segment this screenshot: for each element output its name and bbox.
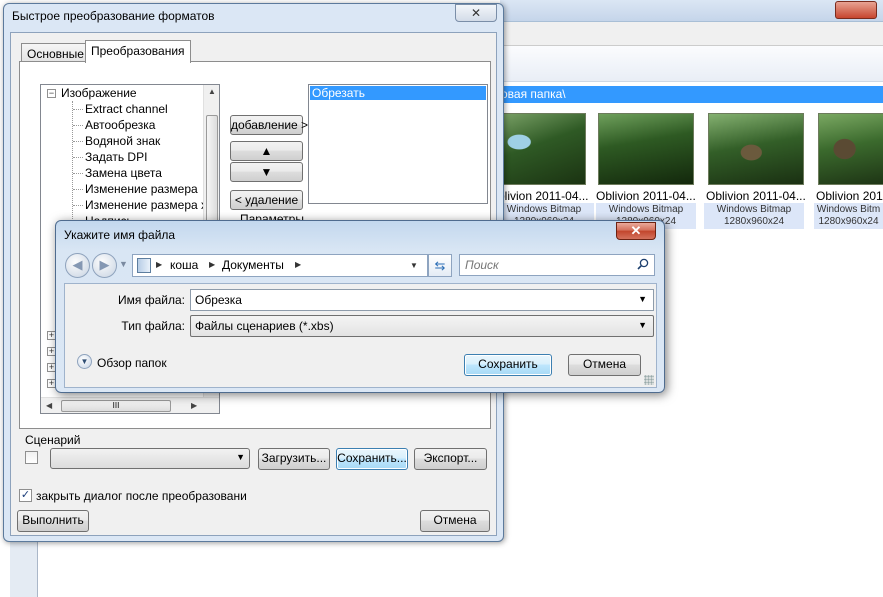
filetype-select[interactable]: Файлы сценариев (*.xbs) ▼ xyxy=(190,315,654,337)
tree-item[interactable]: Изменение размера xyxy=(65,181,198,197)
scenario-select[interactable]: ▼ xyxy=(50,448,250,469)
close-icon: ✕ xyxy=(630,223,642,238)
search-input[interactable] xyxy=(465,258,625,272)
save-button[interactable]: Сохранить xyxy=(464,354,552,376)
breadcrumb-item[interactable]: коша xyxy=(170,258,198,272)
arrow-up-icon: ▲ xyxy=(260,144,273,158)
tree-horizontal-scrollbar[interactable]: ◀ III ▶ xyxy=(41,397,219,413)
chevron-down-icon: ▼ xyxy=(236,452,245,462)
collapse-icon[interactable]: − xyxy=(47,89,56,98)
dialog-title: Быстрое преобразование форматов xyxy=(12,9,215,23)
move-up-button[interactable]: ▲ xyxy=(230,141,303,161)
chevron-right-icon[interactable]: ▶ xyxy=(209,260,215,269)
filename-combo: ▼ xyxy=(190,289,654,311)
resize-grip[interactable] xyxy=(644,375,654,385)
background-path-field[interactable]: овая папка\ xyxy=(498,86,883,103)
tree-item[interactable]: Водяной знак xyxy=(65,133,160,149)
load-scenario-button[interactable]: Загрузить... xyxy=(258,448,330,470)
dialog-close-button[interactable]: ✕ xyxy=(455,4,497,22)
chevron-down-icon[interactable]: ▼ xyxy=(638,294,647,304)
refresh-icon: ⇆ xyxy=(434,258,446,273)
scroll-thumb[interactable]: III xyxy=(61,400,171,412)
save-form: Имя файла: ▼ Тип файла: Файлы сценариев … xyxy=(64,283,657,388)
cancel-button[interactable]: Отмена xyxy=(420,510,490,532)
background-title-bar xyxy=(500,0,883,22)
thumbnail-caption: Oblivion 2011-04... xyxy=(596,189,696,203)
background-menu-strip xyxy=(500,22,883,46)
scenario-checkbox[interactable] xyxy=(25,451,38,464)
breadcrumb-item[interactable]: Документы xyxy=(222,258,284,272)
thumbnail-caption: Oblivion 2011-04... xyxy=(706,189,806,203)
browse-folders-label[interactable]: Обзор папок xyxy=(97,356,167,370)
arrow-down-icon: ▼ xyxy=(260,165,273,179)
address-bar[interactable]: ▶ коша ▶ Документы ▶ ▼ xyxy=(132,254,428,277)
parameters-area xyxy=(230,392,488,416)
browse-folders-toggle[interactable]: ▼ xyxy=(77,354,92,369)
arrow-left-icon: ◀ xyxy=(72,257,83,272)
history-dropdown-icon[interactable]: ▼ xyxy=(119,259,128,269)
operations-list[interactable]: Обрезать xyxy=(308,84,488,204)
filename-input[interactable] xyxy=(195,293,615,307)
scroll-right-icon[interactable]: ▶ xyxy=(191,401,197,410)
checkmark-icon: ✓ xyxy=(20,489,31,501)
tab-basic[interactable]: Основные xyxy=(21,43,90,62)
move-down-button[interactable]: ▼ xyxy=(230,162,303,182)
chevron-right-icon[interactable]: ▶ xyxy=(156,260,162,269)
thumbnail-info: Windows Bitmap1280x960x24 xyxy=(704,203,804,229)
cancel-button[interactable]: Отмена xyxy=(568,354,641,376)
chevron-right-icon[interactable]: ▶ xyxy=(295,260,301,269)
search-box xyxy=(459,254,655,276)
remove-operation-button[interactable]: < удаление xyxy=(230,190,303,210)
chevron-down-icon: ▼ xyxy=(638,320,647,330)
thumbnail-image[interactable] xyxy=(490,113,586,185)
search-icon[interactable] xyxy=(637,258,649,270)
tab-transformations[interactable]: Преобразования xyxy=(85,40,191,63)
scroll-thumb[interactable] xyxy=(206,115,218,235)
scenario-label: Сценарий xyxy=(25,433,81,447)
tree-item[interactable]: Задать DPI xyxy=(65,149,147,165)
chevron-down-icon: ▼ xyxy=(80,357,89,366)
dialog-title: Укажите имя файла xyxy=(64,228,176,242)
refresh-button[interactable]: ⇆ xyxy=(428,254,452,277)
dialog-close-button[interactable]: ✕ xyxy=(616,222,656,240)
scroll-left-icon[interactable]: ◀ xyxy=(46,401,52,410)
back-button[interactable]: ◀ xyxy=(65,253,90,278)
tree-item[interactable]: Изменение размера хо xyxy=(65,197,214,213)
background-close-button[interactable] xyxy=(835,1,877,19)
thumbnail-image[interactable] xyxy=(598,113,694,185)
chevron-down-icon[interactable]: ▼ xyxy=(410,261,418,270)
export-scenario-button[interactable]: Экспорт... xyxy=(414,448,487,470)
run-button[interactable]: Выполнить xyxy=(17,510,89,532)
arrow-right-icon: ▶ xyxy=(99,257,110,272)
thumbnail-info: Windows Bitm 1280x960x24 xyxy=(814,203,883,229)
save-file-dialog: Укажите имя файла ✕ ◀ ▶ ▼ ▶ коша ▶ Докум… xyxy=(55,220,665,393)
list-item[interactable]: Обрезать xyxy=(310,86,486,100)
close-after-label: закрыть диалог после преобразовани xyxy=(36,489,247,503)
filetype-label: Тип файла: xyxy=(121,319,185,333)
tree-item[interactable]: Extract channel xyxy=(65,101,168,117)
close-after-checkbox[interactable]: ✓ xyxy=(19,489,32,502)
tree-item-image[interactable]: Изображение xyxy=(61,85,137,101)
thumbnail-image[interactable] xyxy=(708,113,804,185)
add-operation-button[interactable]: добавление > xyxy=(230,115,308,135)
thumbnail-image[interactable] xyxy=(818,113,883,185)
folder-icon xyxy=(137,258,151,273)
filename-label: Имя файла: xyxy=(118,293,185,307)
tree-item[interactable]: Замена цвета xyxy=(65,165,162,181)
scroll-up-icon[interactable]: ▲ xyxy=(208,87,216,96)
thumbnail-caption: Oblivion 2011 xyxy=(816,189,883,203)
filetype-value: Файлы сценариев (*.xbs) xyxy=(195,319,334,333)
background-side-panel xyxy=(10,540,38,597)
forward-button[interactable]: ▶ xyxy=(92,253,117,278)
tree-item[interactable]: Автообрезка xyxy=(65,117,155,133)
save-scenario-button[interactable]: Сохранить... xyxy=(336,448,408,470)
close-icon: ✕ xyxy=(470,6,482,20)
background-toolbar xyxy=(500,46,883,82)
thumbnail-caption: blivion 2011-04... xyxy=(498,189,589,203)
